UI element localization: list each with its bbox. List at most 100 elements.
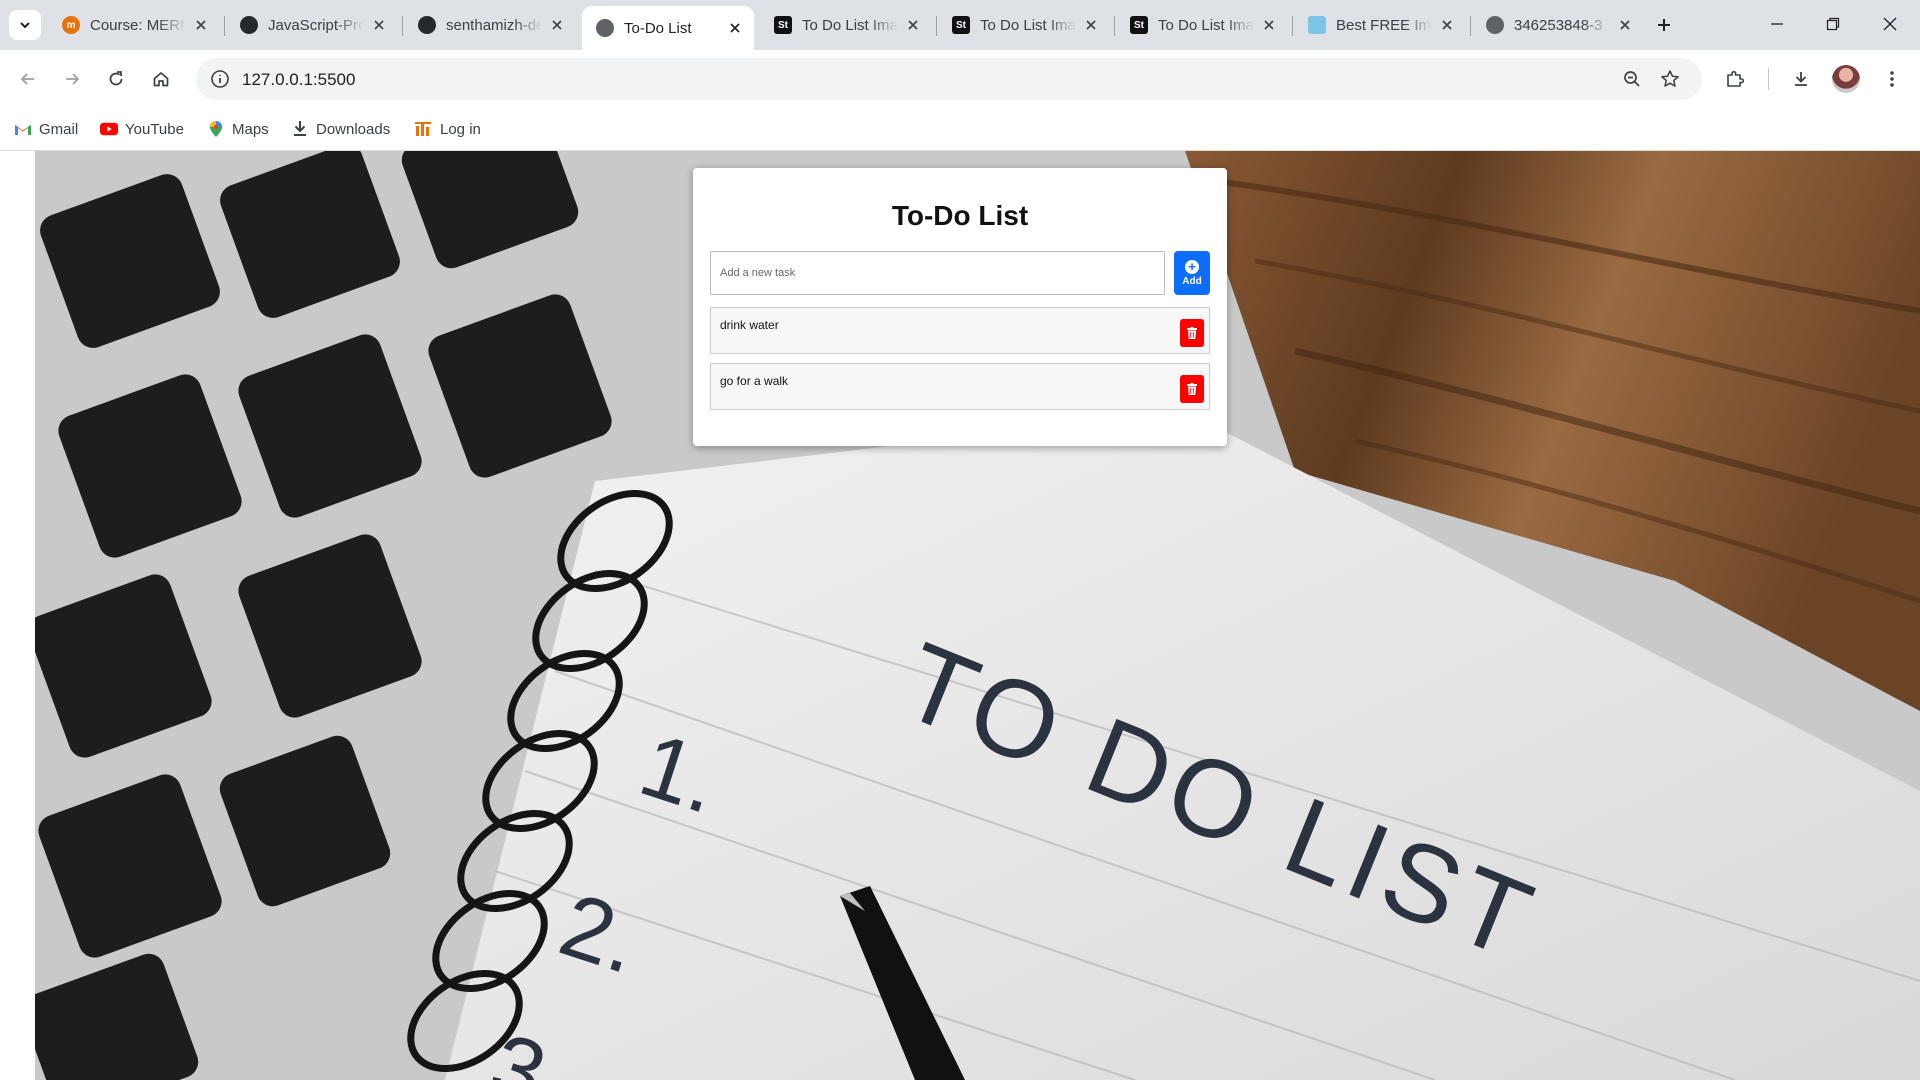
restore-button[interactable] xyxy=(1815,8,1851,40)
bookmark-label: Gmail xyxy=(39,120,79,138)
st-icon: St xyxy=(952,16,970,34)
new-tab-button[interactable] xyxy=(1650,11,1678,39)
bookmark-gmail[interactable]: Gmail xyxy=(14,116,78,142)
tab-separator xyxy=(402,16,403,36)
back-button[interactable] xyxy=(10,61,46,97)
download-icon xyxy=(291,120,309,138)
home-icon xyxy=(153,72,169,87)
globe-icon xyxy=(1486,16,1504,34)
add-task-button[interactable]: + Add xyxy=(1174,251,1210,295)
globe-icon xyxy=(596,19,614,37)
youtube-icon xyxy=(100,120,118,138)
task-text: go for a walk xyxy=(720,374,789,388)
zoom-icon[interactable] xyxy=(1616,63,1648,95)
tab-title: To Do List Images xyxy=(802,16,898,34)
delete-task-button[interactable] xyxy=(1180,375,1204,403)
close-icon[interactable] xyxy=(548,16,566,34)
bookmark-label: Maps xyxy=(232,120,269,138)
delete-task-button[interactable] xyxy=(1180,319,1204,347)
bookmark-youtube[interactable]: YouTube xyxy=(100,116,184,142)
trash-icon xyxy=(1187,383,1197,395)
task-text: drink water xyxy=(720,318,779,332)
task-item: go for a walk xyxy=(710,363,1210,410)
menu-button[interactable] xyxy=(1874,61,1910,97)
extensions-button[interactable] xyxy=(1717,61,1753,97)
close-icon[interactable] xyxy=(370,16,388,34)
bookmark-login[interactable]: Log in xyxy=(415,116,481,142)
tab-346253848[interactable]: 346253848-3 xyxy=(1472,7,1644,43)
github-icon xyxy=(240,16,258,34)
add-button-label: Add xyxy=(1182,275,1202,287)
gmail-icon xyxy=(14,120,32,138)
close-window-button[interactable] xyxy=(1872,8,1908,40)
bookmark-label: Downloads xyxy=(316,120,391,138)
bookmark-label: YouTube xyxy=(125,120,184,138)
github-icon xyxy=(418,16,436,34)
plus-icon xyxy=(1658,19,1670,31)
tab-separator xyxy=(936,16,937,36)
bookmark-star-icon[interactable] xyxy=(1654,63,1686,95)
tab-separator xyxy=(1470,16,1471,36)
reload-icon xyxy=(109,71,123,86)
download-icon xyxy=(1795,72,1807,86)
task-input[interactable] xyxy=(710,251,1165,295)
tab-course[interactable]: m Course: MERN xyxy=(48,7,220,43)
bookmark-downloads[interactable]: Downloads xyxy=(291,116,390,142)
bookmarks-bar: Gmail YouTube Maps Downloads Log in xyxy=(0,108,1920,151)
tab-best-free-images[interactable]: Best FREE Images xyxy=(1294,7,1466,43)
chevron-down-icon xyxy=(20,22,30,29)
home-button[interactable] xyxy=(143,61,179,97)
tab-separator xyxy=(1114,16,1115,36)
downloads-button[interactable] xyxy=(1783,61,1819,97)
minimize-button[interactable] xyxy=(1759,8,1795,40)
profile-avatar[interactable] xyxy=(1832,65,1860,93)
tab-title: Best FREE Images xyxy=(1336,16,1432,34)
close-icon[interactable] xyxy=(1438,16,1456,34)
plus-circle-icon: + xyxy=(1185,259,1199,274)
trash-icon xyxy=(1187,327,1197,339)
maps-icon xyxy=(207,120,225,138)
tab-title: senthamizh-dev xyxy=(446,16,542,34)
todo-card: To-Do List + Add drink water go for a wa… xyxy=(693,168,1227,446)
close-icon[interactable] xyxy=(726,19,744,37)
tab-title: To Do List Images xyxy=(980,16,1076,34)
page-viewport: TO DO LIST 1. 2. 3 To-Do List + Add drin… xyxy=(0,151,1920,1080)
puzzle-icon xyxy=(1727,70,1745,87)
tab-separator xyxy=(1292,16,1293,36)
tab-title: Course: MERN xyxy=(90,16,186,34)
arrow-left-icon xyxy=(20,73,34,85)
browser-toolbar: 127.0.0.1:5500 xyxy=(0,50,1920,108)
reload-button[interactable] xyxy=(98,61,134,97)
tab-title: To-Do List xyxy=(624,19,720,37)
close-icon[interactable] xyxy=(1082,16,1100,34)
tab-separator xyxy=(224,16,225,36)
course-icon: m xyxy=(62,16,80,34)
close-icon[interactable] xyxy=(904,16,922,34)
tab-todo-images-3[interactable]: St To Do List Images xyxy=(1116,7,1288,43)
more-vertical-icon xyxy=(1890,71,1894,87)
close-icon[interactable] xyxy=(1616,16,1634,34)
tab-title: JavaScript-Projects xyxy=(268,16,364,34)
image-icon xyxy=(1308,16,1326,34)
tab-todo-images-1[interactable]: St To Do List Images xyxy=(760,7,932,43)
tab-search-button[interactable] xyxy=(9,10,41,40)
tab-senthamizh[interactable]: senthamizh-dev xyxy=(404,7,576,43)
st-icon: St xyxy=(774,16,792,34)
url-text[interactable]: 127.0.0.1:5500 xyxy=(242,70,355,90)
tab-title: 346253848-3 xyxy=(1514,16,1610,34)
address-bar[interactable]: 127.0.0.1:5500 xyxy=(196,58,1702,100)
forward-button[interactable] xyxy=(54,61,90,97)
minimize-icon xyxy=(1771,23,1783,25)
restore-icon xyxy=(1826,17,1840,31)
bookmark-maps[interactable]: Maps xyxy=(207,116,269,142)
tab-javascript-projects[interactable]: JavaScript-Projects xyxy=(226,7,398,43)
page-title: To-Do List xyxy=(891,200,1029,231)
close-icon[interactable] xyxy=(1260,16,1278,34)
tab-title: To Do List Images xyxy=(1158,16,1254,34)
tab-todo-list[interactable]: To-Do List xyxy=(582,6,754,50)
site-info-icon[interactable] xyxy=(204,63,236,95)
bookmark-label: Log in xyxy=(440,120,481,138)
tab-strip: m Course: MERN JavaScript-Projects senth… xyxy=(0,0,1920,50)
close-icon[interactable] xyxy=(192,16,210,34)
tab-todo-images-2[interactable]: St To Do List Images xyxy=(938,7,1110,43)
